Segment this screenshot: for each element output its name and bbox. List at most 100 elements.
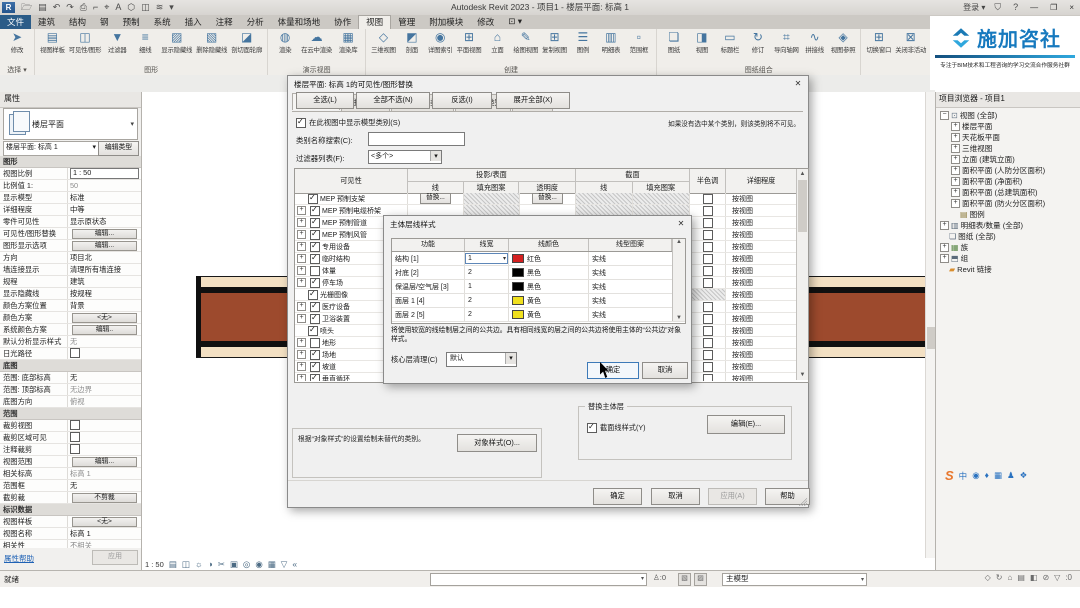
- filters-tool[interactable]: ▼过滤器: [105, 30, 129, 54]
- ribbon-tab-体量和场地[interactable]: 体量和场地: [271, 15, 328, 29]
- ribbon-tab-管理[interactable]: 管理: [391, 15, 422, 29]
- detail-level-cell[interactable]: 按视图: [726, 313, 796, 324]
- tree-item[interactable]: +立面 (建筑立面): [936, 154, 1080, 165]
- redo-icon[interactable]: ↷: [66, 1, 74, 14]
- close-icon[interactable]: ✕: [788, 76, 808, 91]
- property-edit-button[interactable]: 编辑...: [72, 241, 137, 251]
- detail-level-cell[interactable]: 按视图: [726, 229, 796, 240]
- scale-button[interactable]: 1 : 50: [145, 560, 164, 569]
- expand-icon[interactable]: +: [951, 133, 960, 142]
- object-styles-button[interactable]: 对象样式(O)...: [457, 434, 537, 452]
- properties-header[interactable]: 属性: [0, 92, 141, 108]
- expand-icon[interactable]: +: [297, 314, 306, 323]
- ribbon-tab-预制[interactable]: 预制: [116, 15, 147, 29]
- property-group-图形[interactable]: 图形: [0, 156, 141, 168]
- halftone-checkbox[interactable]: [703, 314, 713, 324]
- halftone-cell[interactable]: [690, 361, 726, 372]
- tree-item[interactable]: +面积平面 (净面积): [936, 176, 1080, 187]
- ribbon-tab-注释[interactable]: 注释: [209, 15, 240, 29]
- plan-views-tool[interactable]: ⊞平面视图: [457, 30, 482, 54]
- projection-pattern-cell[interactable]: [464, 193, 520, 204]
- layer-color-cell[interactable]: 黄色: [509, 308, 589, 321]
- thin-lines-icon[interactable]: ≋: [156, 1, 164, 14]
- detail-level-cell[interactable]: 按视图: [726, 337, 796, 348]
- hide-analytical-icon[interactable]: ▽: [281, 559, 288, 570]
- property-value[interactable]: [68, 348, 141, 359]
- layer-styles-scrollbar[interactable]: ▲ ▼: [672, 239, 685, 321]
- expand-icon[interactable]: +: [297, 302, 306, 311]
- modify-tool[interactable]: ➤修改: [5, 30, 29, 54]
- tree-item[interactable]: +⬒组: [936, 253, 1080, 264]
- instance-selector[interactable]: ▾ 楼层平面: 标高 1: [3, 141, 99, 156]
- detail-level-cell[interactable]: 按视图: [726, 217, 796, 228]
- property-group-底图[interactable]: 底图: [0, 360, 141, 372]
- category-search-input[interactable]: [368, 132, 465, 146]
- apply-button[interactable]: 应用(A): [708, 488, 757, 505]
- layer-pattern-cell[interactable]: 实线: [589, 266, 672, 279]
- property-value[interactable]: 编辑...: [68, 228, 141, 239]
- collapse-icon[interactable]: −: [940, 111, 949, 120]
- category-checkbox[interactable]: [310, 350, 320, 360]
- category-checkbox[interactable]: [310, 254, 320, 264]
- expand-icon[interactable]: +: [951, 122, 960, 131]
- detail-level-cell[interactable]: 按视图: [726, 277, 796, 288]
- detail-level-cell[interactable]: 按视图: [726, 361, 796, 372]
- layer-function-cell[interactable]: 面层 1 [4]: [392, 294, 465, 307]
- category-checkbox[interactable]: [310, 206, 320, 216]
- col-proj-lines[interactable]: 线: [408, 182, 464, 193]
- detail-level-cell[interactable]: 按视图: [726, 205, 796, 216]
- layer-col-0[interactable]: 功能: [392, 239, 465, 251]
- halftone-cell[interactable]: [690, 217, 726, 228]
- render-cloud-tool[interactable]: ☁在云中渲染: [301, 30, 332, 54]
- drafting-view-tool[interactable]: ✎绘图视图: [513, 30, 538, 54]
- halftone-checkbox[interactable]: [703, 278, 713, 288]
- layer-weight-cell[interactable]: 2: [465, 294, 509, 307]
- align-icon[interactable]: ⌖: [104, 1, 109, 14]
- press-drag-icon[interactable]: ▧: [678, 573, 691, 586]
- category-checkbox[interactable]: [308, 194, 318, 204]
- undo-icon[interactable]: ↶: [53, 1, 61, 14]
- layer-function-cell[interactable]: 保温层/空气层 [3]: [392, 280, 465, 293]
- property-edit-button[interactable]: <无>: [72, 313, 137, 323]
- category-checkbox[interactable]: [310, 218, 320, 228]
- select-toggle-icon[interactable]: ▨: [694, 573, 707, 586]
- detail-level-cell[interactable]: 按视图: [726, 253, 796, 264]
- properties-help-link[interactable]: 属性帮助: [4, 553, 34, 564]
- tree-item[interactable]: ▰Revit 链接: [936, 264, 1080, 275]
- detail-level-cell[interactable]: 按视图: [726, 241, 796, 252]
- property-edit-button[interactable]: 不剪裁: [72, 493, 137, 503]
- ribbon-tab-建筑[interactable]: 建筑: [31, 15, 62, 29]
- matchline-tool[interactable]: ∿拼接线: [803, 30, 827, 54]
- halftone-cell[interactable]: [690, 301, 726, 312]
- tree-item[interactable]: +面积平面 (防火分区面积): [936, 198, 1080, 209]
- 3d-view-tool[interactable]: ◇三维视图: [371, 30, 396, 54]
- edit-host-layers-button[interactable]: 编辑(E)...: [707, 415, 785, 434]
- property-value[interactable]: 不剪裁: [68, 492, 141, 503]
- expand-icon[interactable]: +: [940, 254, 949, 263]
- property-edit-button[interactable]: 编辑..: [72, 325, 137, 335]
- close-inactive-tool[interactable]: ⊠关闭非活动: [895, 30, 926, 54]
- cut-pattern-cell[interactable]: [633, 193, 690, 204]
- scroll-down-icon[interactable]: ▼: [673, 315, 685, 321]
- tree-item[interactable]: +▦族: [936, 242, 1080, 253]
- layer-function-cell[interactable]: 衬底 [2]: [392, 266, 465, 279]
- ribbon-tab-协作[interactable]: 协作: [327, 15, 358, 29]
- ribbon-tab-附加模块[interactable]: 附加模块: [422, 15, 470, 29]
- property-edit-button[interactable]: 编辑...: [72, 229, 137, 239]
- help-icon[interactable]: ?: [1013, 1, 1018, 14]
- duplicate-view-tool[interactable]: ⊞复制视图: [542, 30, 567, 54]
- expand-icon[interactable]: +: [940, 243, 949, 252]
- halftone-checkbox[interactable]: [703, 338, 713, 348]
- layer-function-cell[interactable]: 结构 [1]: [392, 252, 465, 265]
- layer-pattern-cell[interactable]: 实线: [589, 294, 672, 307]
- halftone-cell[interactable]: [690, 277, 726, 288]
- ok-button[interactable]: 确定: [587, 362, 639, 379]
- halftone-checkbox[interactable]: [703, 362, 713, 372]
- detail-level-cell[interactable]: 按视图: [726, 349, 796, 360]
- halftone-checkbox[interactable]: [703, 350, 713, 360]
- crop-view-icon[interactable]: ✂: [218, 559, 225, 570]
- property-value[interactable]: 编辑...: [68, 456, 141, 467]
- cut-profile-tool[interactable]: ◪剖切面轮廓: [231, 30, 262, 54]
- col-proj-patterns[interactable]: 填充图案: [464, 182, 520, 193]
- expand-icon[interactable]: +: [297, 242, 306, 251]
